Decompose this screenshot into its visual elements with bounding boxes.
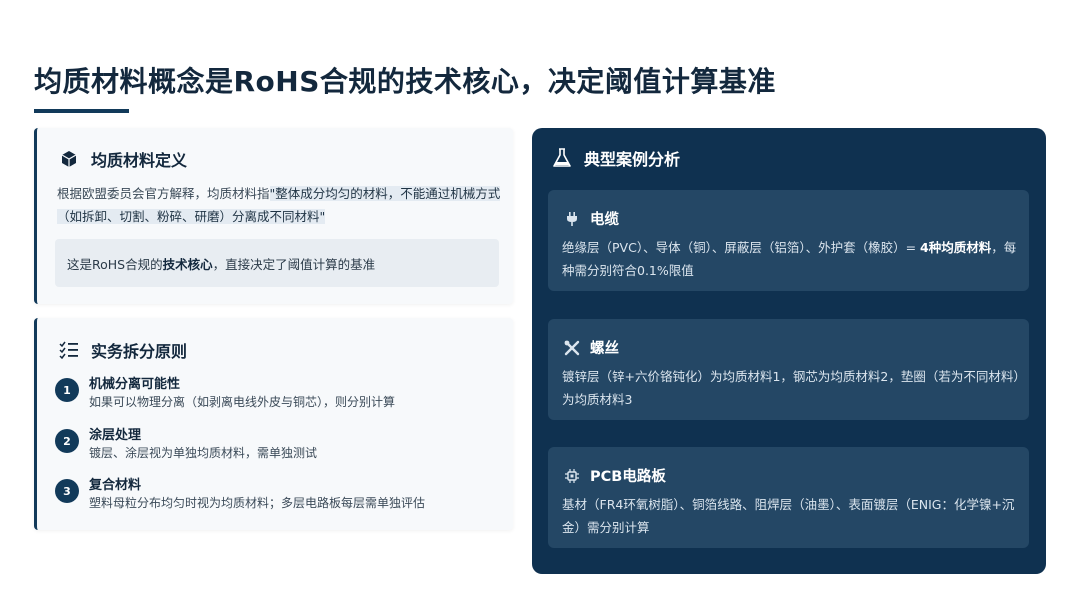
definition-card: 均质材料定义 根据欧盟委员会官方解释，均质材料指"整体成分均匀的材料，不能通过机…: [34, 128, 513, 304]
rules-heading: 实务拆分原则: [59, 338, 187, 362]
case-panel-heading-text: 典型案例分析: [584, 150, 681, 169]
rule-number: 2: [55, 429, 79, 453]
case-title: 电缆: [590, 212, 619, 228]
rule-desc: 如果可以物理分离（如剥离电线外皮与铜芯），则分别计算: [89, 395, 396, 409]
definition-text: 根据欧盟委员会官方解释，均质材料指"整体成分均匀的材料，不能通过机械方式（如拆卸…: [57, 182, 503, 228]
case-text-main: 镀锌层（锌+六价铬钝化）为均质材料1，钢芯为均质材料2，垫圈（若为不同材料）为均…: [562, 369, 1020, 407]
rule-item: 3 复合材料 塑料母粒分布均匀时视为均质材料；多层电路板每层需单独评估: [55, 477, 425, 513]
case-text: 镀锌层（锌+六价铬钝化）为均质材料1，钢芯为均质材料2，垫圈（若为不同材料）为均…: [562, 365, 1022, 411]
rules-heading-text: 实务拆分原则: [91, 342, 188, 361]
rule-title: 涂层处理: [89, 428, 142, 443]
case-card-pcb: PCB电路板 基材（FR4环氧树脂）、铜箔线路、阻焊层（油墨）、表面镀层（ENI…: [548, 447, 1029, 548]
rule-item: 1 机械分离可能性 如果可以物理分离（如剥离电线外皮与铜芯），则分别计算: [55, 376, 395, 412]
case-card-screw: 螺丝 镀锌层（锌+六价铬钝化）为均质材料1，钢芯为均质材料2，垫圈（若为不同材料…: [548, 319, 1029, 420]
flask-icon: [552, 148, 572, 168]
case-text-main: 基材（FR4环氧树脂）、铜箔线路、阻焊层（油墨）、表面镀层（ENIG：化学镍+沉…: [562, 497, 1015, 535]
case-text-bold: 4种均质材料: [920, 240, 992, 255]
title-underline: [34, 109, 129, 113]
case-card-cable: 电缆 绝缘层（PVC）、导体（铜）、屏蔽层（铝箔）、外护套（橡胶）= 4种均质材…: [548, 190, 1029, 291]
checklist-icon: [59, 340, 79, 360]
page-title: 均质材料概念是RoHS合规的技术核心，决定阈值计算基准: [34, 65, 776, 98]
cube-icon: [59, 149, 79, 169]
case-text-main: 绝缘层（PVC）、导体（铜）、屏蔽层（铝箔）、外护套（橡胶）=: [562, 240, 921, 255]
note-suffix: ，直接决定了阈值计算的基准: [212, 257, 376, 272]
rules-card: 实务拆分原则 1 机械分离可能性 如果可以物理分离（如剥离电线外皮与铜芯），则分…: [34, 318, 513, 530]
case-title: PCB电路板: [590, 469, 666, 485]
case-title: 螺丝: [590, 341, 619, 357]
case-text: 基材（FR4环氧树脂）、铜箔线路、阻焊层（油墨）、表面镀层（ENIG：化学镍+沉…: [562, 493, 1022, 539]
rule-desc: 塑料母粒分布均匀时视为均质材料；多层电路板每层需单独评估: [89, 496, 426, 510]
case-text: 绝缘层（PVC）、导体（铜）、屏蔽层（铝箔）、外护套（橡胶）= 4种均质材料，每…: [562, 236, 1022, 282]
plug-icon: [562, 209, 582, 229]
note-prefix: 这是RoHS合规的: [67, 257, 163, 272]
case-panel-heading: 典型案例分析: [552, 146, 680, 170]
definition-heading: 均质材料定义: [59, 147, 187, 171]
case-heading: 螺丝: [562, 337, 619, 358]
definition-note: 这是RoHS合规的技术核心，直接决定了阈值计算的基准: [55, 239, 499, 287]
rule-number: 3: [55, 479, 79, 503]
case-heading: PCB电路板: [562, 465, 666, 486]
definition-text-prefix: 根据欧盟委员会官方解释，均质材料指: [57, 186, 270, 201]
note-bold: 技术核心: [162, 257, 213, 272]
chip-icon: [562, 466, 582, 486]
rule-number: 1: [55, 378, 79, 402]
rule-item: 2 涂层处理 镀层、涂层视为单独均质材料，需单独测试: [55, 427, 317, 463]
rule-title: 机械分离可能性: [89, 377, 181, 392]
rule-desc: 镀层、涂层视为单独均质材料，需单独测试: [89, 446, 318, 460]
tools-icon: [562, 338, 582, 358]
definition-heading-text: 均质材料定义: [91, 151, 188, 170]
case-panel: 典型案例分析 电缆 绝缘层（PVC）、导体（铜）、屏蔽层（铝箔）、外护套（橡胶）…: [532, 128, 1046, 574]
rule-title: 复合材料: [89, 478, 142, 493]
case-heading: 电缆: [562, 208, 619, 229]
